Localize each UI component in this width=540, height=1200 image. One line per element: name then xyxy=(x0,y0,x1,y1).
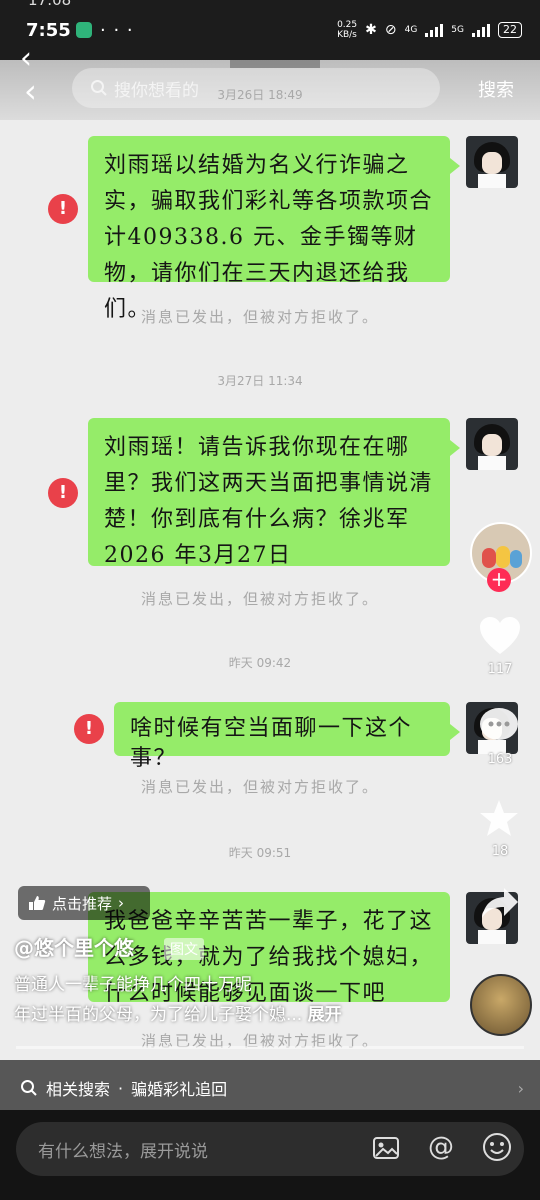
recommend-label: 点击推荐 xyxy=(52,894,113,913)
rejected-notice: 消息已发出，但被对方拒收了。 xyxy=(140,308,379,326)
search-icon xyxy=(21,1080,37,1096)
battery-indicator: 22 xyxy=(498,22,522,38)
signal-icon xyxy=(425,23,444,37)
signal-icon-2 xyxy=(472,23,490,37)
rejected-notice: 消息已发出，但被对方拒收了。 xyxy=(140,778,379,796)
chevron-right-icon: › xyxy=(517,1078,524,1098)
network-speed: 0.25 KB/s xyxy=(337,20,358,40)
avatar xyxy=(466,418,518,470)
star-icon[interactable] xyxy=(478,798,520,838)
send-failed-icon: ! xyxy=(48,194,78,224)
network-5g: 5G xyxy=(451,25,464,35)
expand-link[interactable]: 展开 xyxy=(308,1005,342,1025)
chevron-right-icon: › xyxy=(118,894,125,912)
message-bubble: 刘雨瑶以结婚为名义行诈骗之实，骗取我们彩礼等各项款项合计409338.6 元、金… xyxy=(88,136,460,322)
timestamp: 3月27日 11:34 xyxy=(217,374,303,388)
favorite-count: 18 xyxy=(491,844,509,859)
like-icon[interactable] xyxy=(478,616,522,656)
send-failed-icon: ! xyxy=(48,478,78,508)
caption-line[interactable]: 年过半百的父母，为了给儿子娶个媳... 展开 xyxy=(14,1000,342,1025)
follow-button[interactable]: + xyxy=(487,568,511,592)
related-query: 骗婚彩礼追回 xyxy=(131,1080,228,1099)
bluetooth-icon: ✱ xyxy=(365,22,377,38)
more-notifications-icon: · · · xyxy=(100,20,134,41)
network-4g: 4G xyxy=(404,25,418,35)
image-icon[interactable] xyxy=(372,1134,400,1162)
blurred-name xyxy=(230,60,320,68)
separator-dot: · xyxy=(118,1078,124,1098)
chat-screenshot: ‹ 搜你想看的 搜索 3月26日 18:49 ! 刘雨瑶以结婚为名义行诈骗之实，… xyxy=(0,60,540,1120)
author-name[interactable]: @悠个里个悠 xyxy=(14,932,134,961)
share-icon[interactable] xyxy=(480,886,520,920)
timestamp: 3月26日 18:49 xyxy=(217,88,303,102)
rejected-notice: 消息已发出，但被对方拒收了。 xyxy=(140,590,379,608)
mention-icon[interactable]: @ xyxy=(428,1132,454,1162)
caption-line: 普通人一辈子能挣几个四十万呢 xyxy=(14,975,252,995)
message-bubble: 刘雨瑶！请告诉我你现在在哪里？我们这两天当面把事情说清楚！你到底有什么病？徐兆军… xyxy=(88,418,460,568)
avatar xyxy=(466,136,518,188)
like-count: 117 xyxy=(487,662,513,677)
link-icon: ⊘ xyxy=(384,22,397,38)
clock: 7:55 xyxy=(26,20,71,41)
comment-count: 163 xyxy=(487,752,513,767)
send-failed-icon: ! xyxy=(74,714,104,744)
emoji-icon[interactable] xyxy=(482,1132,512,1162)
related-search-bar[interactable]: 相关搜索 · 骗婚彩礼追回 › xyxy=(0,1060,540,1116)
status-icons: 0.25 KB/s ✱ ⊘ 4G 5G 22 xyxy=(337,20,522,40)
app-notification-icon xyxy=(76,22,92,38)
outer-back-icon[interactable]: ‹ xyxy=(20,44,32,74)
message-bubble: 啥时候有空当面聊一下这个事？ xyxy=(114,702,460,771)
caption-text: 年过半百的父母，为了给儿子娶个媳... xyxy=(14,1005,303,1025)
timestamp: 昨天 09:42 xyxy=(228,656,292,670)
stale-time: 17:08 xyxy=(28,0,72,9)
music-disc-icon[interactable] xyxy=(470,974,532,1036)
search-button[interactable]: 搜索 xyxy=(478,76,514,102)
progress-bar[interactable] xyxy=(16,1046,524,1049)
post-type-badge: 图文 xyxy=(164,938,204,960)
related-label: 相关搜索 xyxy=(46,1080,111,1099)
thumbs-up-icon xyxy=(29,896,46,910)
comment-placeholder: 有什么想法，展开说说 xyxy=(38,1141,208,1162)
comment-icon[interactable] xyxy=(478,706,520,746)
back-icon[interactable]: ‹ xyxy=(24,72,37,110)
recommend-button[interactable]: 点击推荐 › xyxy=(18,886,150,920)
timestamp: 昨天 09:51 xyxy=(228,846,292,860)
